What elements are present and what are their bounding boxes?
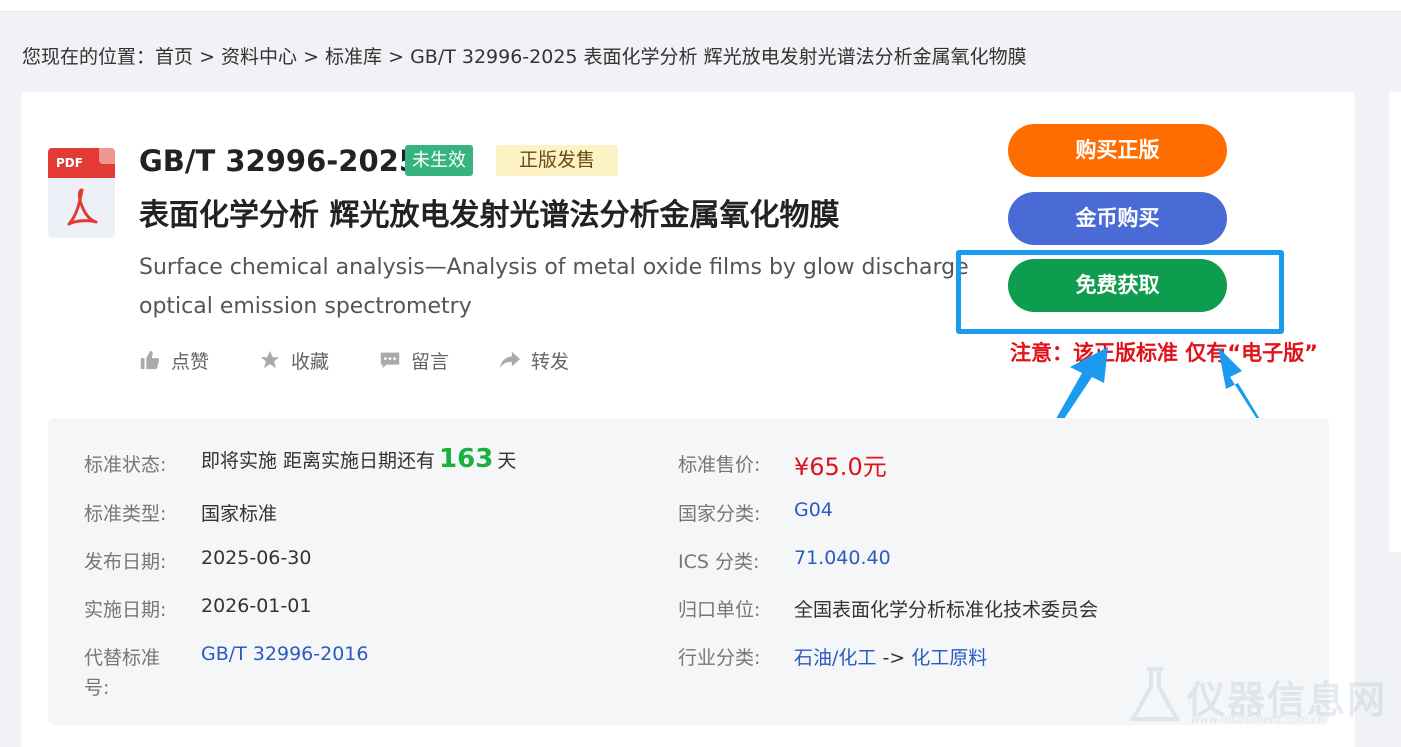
dept-label: 归口单位: bbox=[678, 599, 761, 621]
breadcrumb-separator: > bbox=[382, 46, 411, 68]
price-value: ¥65.0元 bbox=[794, 453, 887, 481]
watermark-sub: www.instrument.com.cn bbox=[1191, 713, 1325, 726]
ics-class-link[interactable]: 71.040.40 bbox=[794, 547, 891, 569]
status-badge: 未生效 bbox=[405, 145, 473, 176]
industry-value: 石油/化工 -> 化工原料 bbox=[794, 643, 987, 670]
status-prefix: 即将实施 距离实施日期还有 bbox=[201, 450, 436, 472]
breadcrumb-prefix: 您现在的位置： bbox=[22, 46, 156, 68]
publish-label: 发布日期: bbox=[84, 551, 167, 573]
favorite-button[interactable]: 收藏 bbox=[259, 345, 329, 375]
flask-logo-icon bbox=[1129, 667, 1181, 721]
standard-code: GB/T 32996-2025 bbox=[139, 144, 420, 178]
comment-label: 留言 bbox=[411, 350, 450, 373]
replace-label-line1: 代替标准 bbox=[84, 647, 161, 669]
acrobat-icon bbox=[67, 188, 98, 226]
publish-value: 2025-06-30 bbox=[201, 547, 312, 569]
industry-arrow: -> bbox=[882, 647, 906, 669]
ics-class-label: ICS 分类: bbox=[678, 551, 760, 573]
highlight-box bbox=[956, 250, 1284, 334]
side-panel-edge bbox=[1389, 92, 1401, 552]
status-value: 即将实施 距离实施日期还有 163 天 bbox=[201, 444, 516, 474]
share-button[interactable]: 转发 bbox=[499, 345, 569, 375]
favorite-label: 收藏 bbox=[291, 350, 330, 373]
breadcrumb-separator: > bbox=[193, 46, 222, 68]
replace-label-line2: 号: bbox=[84, 677, 110, 699]
share-icon bbox=[499, 351, 521, 369]
industry-link-1[interactable]: 石油/化工 bbox=[794, 647, 876, 669]
comment-icon bbox=[380, 352, 400, 369]
buy-official-button[interactable]: 购买正版 bbox=[1008, 124, 1227, 177]
status-label: 标准状态: bbox=[84, 454, 167, 476]
days-unit: 天 bbox=[497, 450, 517, 472]
breadcrumb-resource-center[interactable]: 资料中心 bbox=[221, 46, 297, 68]
dept-value: 全国表面化学分析标准化技术委员会 bbox=[794, 599, 1099, 621]
industry-link-2[interactable]: 化工原料 bbox=[911, 647, 987, 669]
national-class-link[interactable]: G04 bbox=[794, 499, 833, 521]
comment-button[interactable]: 留言 bbox=[379, 345, 449, 375]
days-count: 163 bbox=[439, 444, 494, 474]
site-watermark: 仪器信息网 www.instrument.com.cn bbox=[1125, 663, 1395, 733]
breadcrumb-separator: > bbox=[297, 46, 326, 68]
implement-value: 2026-01-01 bbox=[201, 595, 312, 617]
standard-title-cn: 表面化学分析 辉光放电发射光谱法分析金属氧化物膜 bbox=[139, 198, 840, 233]
pdf-fold-corner bbox=[99, 148, 115, 164]
industry-label: 行业分类: bbox=[678, 647, 761, 669]
breadcrumb-standard-library[interactable]: 标准库 bbox=[325, 46, 382, 68]
top-bar bbox=[0, 0, 1401, 12]
sale-badge: 正版发售 bbox=[496, 145, 618, 176]
type-label: 标准类型: bbox=[84, 503, 167, 525]
pdf-file-icon: PDF bbox=[48, 148, 115, 238]
breadcrumb-current: GB/T 32996-2025 表面化学分析 辉光放电发射光谱法分析金属氧化物膜 bbox=[410, 46, 1027, 68]
replace-standard-link[interactable]: GB/T 32996-2016 bbox=[201, 643, 368, 665]
type-value: 国家标准 bbox=[201, 503, 278, 525]
like-label: 点赞 bbox=[171, 350, 210, 373]
coin-purchase-button[interactable]: 金币购买 bbox=[1008, 192, 1227, 245]
like-button[interactable]: 点赞 bbox=[139, 345, 209, 375]
standard-title-en: Surface chemical analysis—Analysis of me… bbox=[139, 255, 969, 319]
implement-label: 实施日期: bbox=[84, 599, 167, 621]
share-label: 转发 bbox=[531, 350, 570, 373]
breadcrumb-home[interactable]: 首页 bbox=[155, 46, 193, 68]
price-label: 标准售价: bbox=[678, 454, 761, 476]
national-class-label: 国家分类: bbox=[678, 503, 761, 525]
thumbs-up-icon bbox=[140, 350, 160, 370]
breadcrumb: 您现在的位置：首页 > 资料中心 > 标准库 > GB/T 32996-2025… bbox=[22, 42, 1027, 69]
star-icon bbox=[260, 350, 280, 369]
